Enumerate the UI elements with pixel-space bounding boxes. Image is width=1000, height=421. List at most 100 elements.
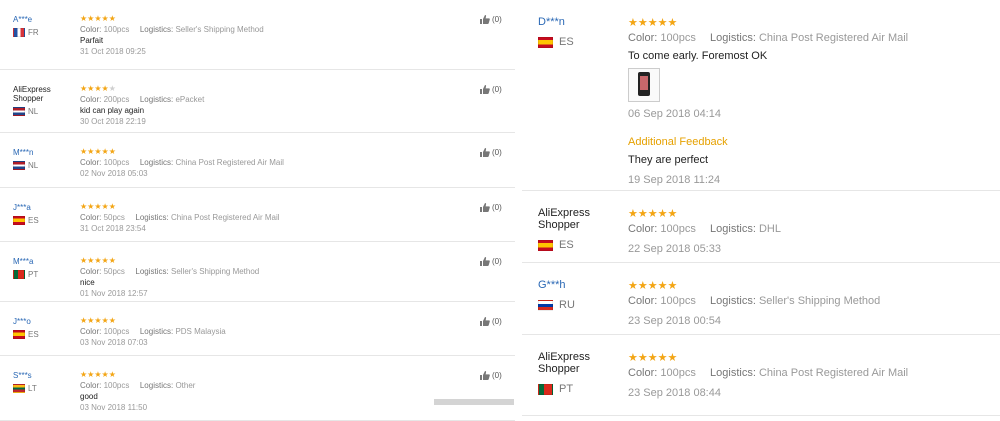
review-item: A***e FR ★★★★★ Color: 100pcs Logistics: … bbox=[0, 0, 515, 70]
reviewer-country: LT bbox=[13, 384, 71, 393]
reviewer-country: FR bbox=[13, 28, 71, 37]
reviewer-name[interactable]: D***n bbox=[538, 16, 618, 28]
color-value: 50pcs bbox=[103, 213, 125, 222]
reviewer-country: PT bbox=[13, 270, 71, 279]
country-code: LT bbox=[28, 384, 37, 393]
reviewer-name[interactable]: J***a bbox=[13, 203, 71, 212]
color-value: 100pcs bbox=[103, 158, 130, 167]
reviewer-info: J***o ES bbox=[13, 317, 71, 339]
color-label: Color: bbox=[80, 267, 102, 276]
country-code: PT bbox=[28, 270, 39, 279]
reviewer-info: S***s LT bbox=[13, 371, 71, 393]
order-info: Color: 100pcs Logistics: DHL bbox=[628, 221, 781, 237]
color-value: 200pcs bbox=[103, 95, 130, 104]
color-label: Color: bbox=[80, 381, 102, 390]
reviewer-name[interactable]: M***n bbox=[13, 148, 71, 157]
flag-pt-icon bbox=[538, 383, 553, 395]
order-info: Color: 100pcs Logistics: Other bbox=[80, 380, 195, 391]
review-item: G***h RU ★★★★★ Color: 100pcs Logistics: … bbox=[522, 263, 1000, 335]
flag-es-icon bbox=[13, 216, 25, 225]
like-count: (0) bbox=[492, 15, 502, 24]
logistics-label: Logistics: bbox=[135, 213, 169, 222]
reviewer-name[interactable]: S***s bbox=[13, 371, 71, 380]
country-code: PT bbox=[559, 383, 574, 395]
helpful-like-button[interactable]: (0) bbox=[480, 371, 502, 380]
color-value: 100pcs bbox=[660, 295, 696, 307]
country-code: ES bbox=[28, 330, 39, 339]
like-count: (0) bbox=[492, 257, 502, 266]
helpful-like-button[interactable]: (0) bbox=[480, 15, 502, 24]
reviewer-info: AliExpress Shopper ES bbox=[538, 207, 618, 251]
review-date: 31 Oct 2018 09:25 bbox=[80, 47, 146, 56]
review-body: ★★★★★ Color: 100pcs Logistics: PDS Malay… bbox=[80, 316, 226, 348]
country-code: FR bbox=[28, 28, 39, 37]
logistics-label: Logistics: bbox=[139, 327, 174, 336]
thumbs-up-icon bbox=[480, 148, 490, 157]
logistics-value: China Post Registered Air Mail bbox=[175, 158, 284, 167]
helpful-like-button[interactable]: (0) bbox=[480, 317, 502, 326]
logistics-value: China Post Registered Air Mail bbox=[758, 32, 909, 44]
reviewer-country: ES bbox=[13, 216, 71, 225]
star-rating: ★★★★★ bbox=[80, 256, 116, 265]
logistics-value: PDS Malaysia bbox=[175, 327, 226, 336]
review-date: 03 Nov 2018 07:03 bbox=[80, 338, 148, 347]
helpful-like-button[interactable]: (0) bbox=[480, 203, 502, 212]
color-label: Color: bbox=[628, 223, 658, 235]
logistics-label: Logistics: bbox=[139, 95, 174, 104]
logistics-label: Logistics: bbox=[139, 381, 174, 390]
review-date: 01 Nov 2018 12:57 bbox=[80, 289, 148, 298]
review-body: ★★★★★ Color: 100pcs Logistics: Other goo… bbox=[80, 370, 195, 413]
reviewer-country: RU bbox=[538, 299, 618, 311]
order-info: Color: 50pcs Logistics: Seller's Shippin… bbox=[80, 266, 259, 277]
review-date: 02 Nov 2018 05:03 bbox=[80, 169, 148, 178]
reviewer-name[interactable]: M***a bbox=[13, 257, 71, 266]
logistics-label: Logistics: bbox=[139, 25, 174, 34]
review-item: AliExpress Shopper PT ★★★★★ Color: 100pc… bbox=[522, 335, 1000, 416]
like-count: (0) bbox=[492, 371, 502, 380]
reviewer-info: A***e FR bbox=[13, 15, 71, 37]
review-text: To come early. Foremost OK bbox=[628, 50, 768, 62]
star-rating: ★★★★★ bbox=[628, 208, 678, 220]
logistics-value: China Post Registered Air Mail bbox=[758, 367, 909, 379]
review-photo-thumbnail[interactable] bbox=[628, 68, 660, 102]
horizontal-scrollbar[interactable] bbox=[434, 399, 514, 405]
review-item: J***o ES ★★★★★ Color: 100pcs Logistics: … bbox=[0, 302, 515, 356]
order-info: Color: 100pcs Logistics: China Post Regi… bbox=[80, 157, 284, 168]
order-info: Color: 100pcs Logistics: Seller's Shippi… bbox=[628, 293, 880, 309]
star-rating: ★★★★★ bbox=[80, 316, 116, 325]
country-code: RU bbox=[559, 299, 575, 311]
color-value: 100pcs bbox=[103, 381, 130, 390]
logistics-label: Logistics: bbox=[710, 295, 756, 307]
order-info: Color: 100pcs Logistics: PDS Malaysia bbox=[80, 326, 226, 337]
star-empty-icon: ★ bbox=[108, 84, 116, 93]
reviewer-name[interactable]: A***e bbox=[13, 15, 71, 24]
like-count: (0) bbox=[492, 148, 502, 157]
review-item: J***a ES ★★★★★ Color: 50pcs Logistics: C… bbox=[0, 188, 515, 242]
star-rating: ★★★★★ bbox=[628, 17, 678, 29]
reviewer-name: AliExpress Shopper bbox=[538, 207, 590, 231]
review-date: 31 Oct 2018 23:54 bbox=[80, 224, 146, 233]
logistics-value: Seller's Shipping Method bbox=[171, 267, 260, 276]
helpful-like-button[interactable]: (0) bbox=[480, 257, 502, 266]
reviewer-name[interactable]: J***o bbox=[13, 317, 71, 326]
logistics-value: China Post Registered Air Mail bbox=[171, 213, 280, 222]
flag-fr-icon bbox=[13, 28, 25, 37]
helpful-like-button[interactable]: (0) bbox=[480, 148, 502, 157]
review-body: ★★★★★ Color: 200pcs Logistics: ePacket k… bbox=[80, 84, 204, 127]
reviewer-name: AliExpress Shopper bbox=[13, 85, 51, 103]
color-label: Color: bbox=[80, 158, 102, 167]
helpful-like-button[interactable]: (0) bbox=[480, 85, 502, 94]
color-value: 100pcs bbox=[660, 223, 696, 235]
reviewer-name[interactable]: G***h bbox=[538, 279, 618, 291]
review-item: M***n NL ★★★★★ Color: 100pcs Logistics: … bbox=[0, 133, 515, 188]
color-label: Color: bbox=[80, 25, 102, 34]
review-body: ★★★★★ Color: 100pcs Logistics: China Pos… bbox=[80, 147, 284, 179]
additional-feedback-label: Additional Feedback bbox=[628, 136, 728, 148]
reviewer-country: PT bbox=[538, 383, 618, 395]
logistics-label: Logistics: bbox=[710, 367, 756, 379]
review-body: ★★★★★ Color: 100pcs Logistics: Seller's … bbox=[80, 14, 264, 57]
review-date: 22 Sep 2018 05:33 bbox=[628, 243, 721, 255]
flag-nl-icon bbox=[13, 161, 25, 170]
reviewer-country: NL bbox=[13, 161, 71, 170]
flag-pt-icon bbox=[13, 270, 25, 279]
